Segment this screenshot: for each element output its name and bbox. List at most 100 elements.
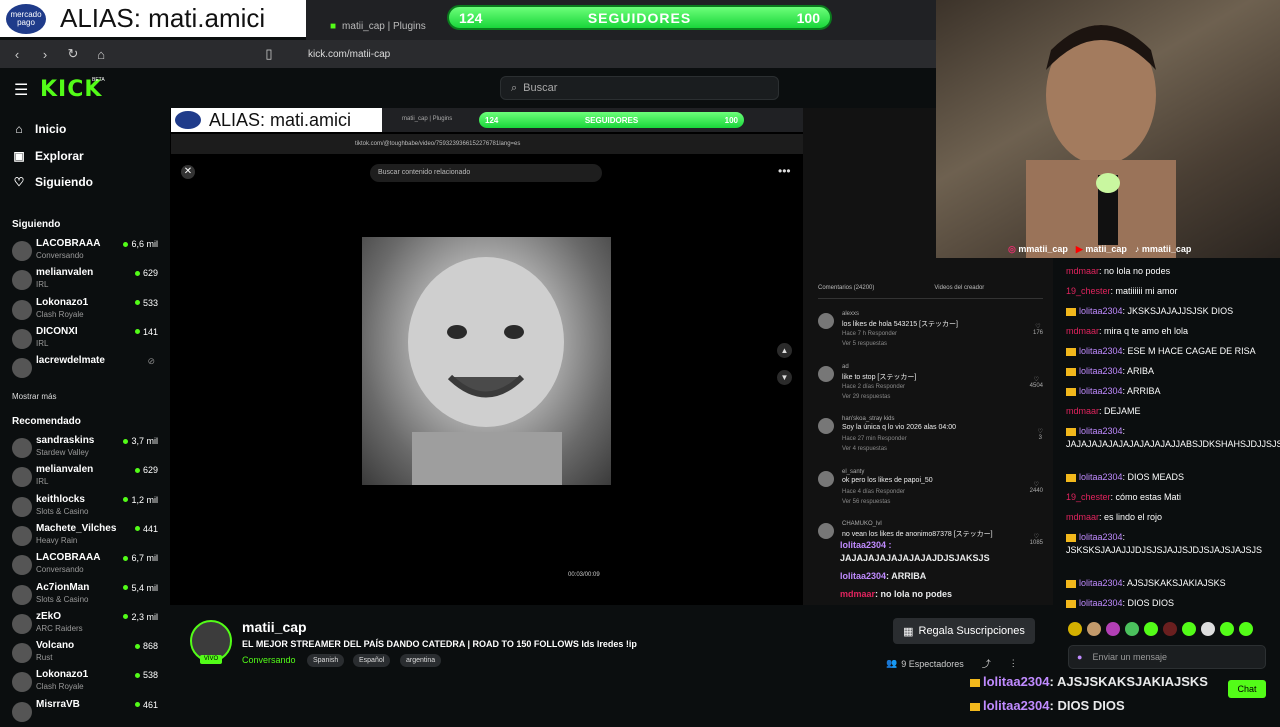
channel-avatar	[12, 241, 32, 261]
comment-user[interactable]: ad	[842, 364, 849, 370]
comment-likes[interactable]: ♡ 1085	[1030, 533, 1043, 546]
comment-replies[interactable]: Ver 56 respuestas	[842, 499, 890, 505]
emote-icon[interactable]	[1068, 622, 1082, 636]
chat-username[interactable]: lolitaa2304	[1079, 532, 1123, 542]
nav-explore[interactable]: ▣ Explorar	[12, 149, 83, 163]
comment-meta[interactable]: Hace 2 días Responder	[842, 384, 905, 390]
show-more-link[interactable]: Mostrar más	[12, 392, 56, 401]
comment-replies[interactable]: Ver 4 respuestas	[842, 446, 887, 452]
likes-count: 176	[1032, 330, 1043, 336]
more-icon[interactable]: ⋮	[1009, 658, 1018, 669]
reload-icon[interactable]: ↻	[64, 46, 82, 62]
followers-current: 124	[459, 9, 483, 26]
emote-icon[interactable]	[1201, 622, 1215, 636]
channel-category: Stardew Valley	[36, 448, 89, 457]
channel-item[interactable]: zEkO ARC Raiders 2,3 mil	[12, 611, 162, 639]
emote-icon[interactable]	[1239, 622, 1253, 636]
tab-comments[interactable]: Comentarios (24200)	[818, 285, 874, 298]
channel-item[interactable]: DICONXI IRL 141	[12, 326, 162, 354]
channel-item[interactable]: sandraskins Stardew Valley 3,7 mil	[12, 435, 162, 463]
channel-item[interactable]: Machete_Vilches Heavy Rain 441	[12, 523, 162, 551]
chat-username[interactable]: mdmaar	[1066, 326, 1099, 336]
social-handles: ◎ mmatii_cap ▶ matii_cap ♪ mmatii_cap	[1008, 244, 1191, 255]
chat-username[interactable]: mdmaar	[1066, 406, 1099, 416]
comment-user[interactable]: alexxs	[842, 311, 859, 317]
chat-username[interactable]: mdmaar	[1066, 266, 1099, 276]
home-icon[interactable]: ⌂	[92, 47, 110, 62]
comment-meta[interactable]: Hace 7 h Responder	[842, 331, 897, 337]
tab-creator-videos[interactable]: Videos del creador	[934, 285, 984, 298]
inner-followers-label: SEGUIDORES	[584, 115, 639, 125]
chat-username[interactable]: lolitaa2304	[1079, 306, 1123, 316]
tag-espanol[interactable]: Español	[353, 654, 391, 667]
bookmark-icon[interactable]: ▯	[260, 46, 278, 62]
chat-username[interactable]: 19_chester	[1066, 286, 1111, 296]
live-dot-icon	[134, 467, 140, 473]
channel-item[interactable]: melianvalen IRL 629	[12, 464, 162, 492]
comment-likes[interactable]: ♡ 176	[1033, 323, 1043, 336]
close-icon[interactable]: ✕	[181, 165, 195, 179]
chevron-up-icon[interactable]: ▲	[777, 343, 792, 358]
nav-home[interactable]: ⌂ Inicio	[12, 122, 66, 136]
tag-argentina[interactable]: argentina	[400, 654, 442, 667]
chat-username[interactable]: 19_chester	[1066, 492, 1111, 502]
channel-item[interactable]: LACOBRAAA Conversando 6,7 mil	[12, 552, 162, 580]
mic-icon[interactable]: ●	[1077, 652, 1082, 662]
chat-username[interactable]: lolitaa2304	[1079, 346, 1123, 356]
url-field[interactable]: kick.com/matii-cap	[308, 49, 390, 60]
gift-subs-button[interactable]: ▦ Regala Suscripciones	[893, 618, 1035, 644]
forward-icon[interactable]: ›	[36, 47, 54, 62]
search-input[interactable]: ⌕ Buscar	[500, 76, 779, 100]
comment-replies[interactable]: Ver 5 respuestas	[842, 341, 887, 347]
back-icon[interactable]: ‹	[8, 47, 26, 62]
chat-message: lolitaa2304: AJSJSKAKSJAKIAJSKS	[1066, 577, 1271, 590]
emote-icon[interactable]	[1144, 622, 1158, 636]
channel-item[interactable]: LACOBRAAA Conversando 6,6 mil	[12, 238, 162, 266]
emote-icon[interactable]	[1220, 622, 1234, 636]
comment-user[interactable]: CHAMUKO_lvl	[842, 521, 882, 527]
chat-username[interactable]: lolitaa2304	[1079, 598, 1123, 608]
comment-user[interactable]: han'skoa_stray kids	[842, 416, 895, 422]
channel-item[interactable]: MisrraVB 461	[12, 699, 162, 727]
emote-icon[interactable]	[1163, 622, 1177, 636]
chat-username[interactable]: lolitaa2304	[1079, 578, 1123, 588]
chat-username[interactable]: mdmaar	[1066, 512, 1099, 522]
comment-user[interactable]: el_santy	[842, 469, 864, 475]
compass-icon: ▣	[13, 149, 25, 163]
more-icon[interactable]: •••	[778, 164, 791, 178]
comment-meta[interactable]: Hace 27 min Responder	[842, 436, 907, 442]
streamer-name[interactable]: matii_cap	[242, 619, 307, 635]
emote-icon[interactable]	[1182, 622, 1196, 636]
channel-item[interactable]: Ac7ionMan Slots & Casino 5,4 mil	[12, 582, 162, 610]
menu-icon[interactable]: ☰	[14, 80, 28, 100]
comment-meta[interactable]: Hace 4 días Responder	[842, 489, 905, 495]
channel-item[interactable]: Lokonazo1 Clash Royale 533	[12, 297, 162, 325]
emote-icon[interactable]	[1125, 622, 1139, 636]
comment-likes[interactable]: ♡ 2440	[1030, 481, 1043, 494]
comment-likes[interactable]: ♡ 4504	[1030, 376, 1043, 389]
channel-item[interactable]: lacrewdelmate ⊘	[12, 355, 162, 383]
address-bar: ‹ › ↻ ⌂ ▯ kick.com/matii-cap	[0, 40, 936, 68]
tag-spanish[interactable]: Spanish	[307, 654, 345, 667]
emote-icon[interactable]	[1106, 622, 1120, 636]
channel-item[interactable]: Volcano Rust 868	[12, 640, 162, 668]
chat-input[interactable]: ● Enviar un mensaje	[1068, 645, 1266, 669]
tiktok-search[interactable]: Buscar contenido relacionado	[370, 164, 602, 182]
chat-message: 19_chester: cómo estas Mati	[1066, 491, 1271, 504]
channel-name: sandraskins	[36, 435, 95, 446]
chat-username[interactable]: lolitaa2304	[1079, 386, 1123, 396]
stream-category[interactable]: Conversando	[242, 655, 296, 665]
comment-replies[interactable]: Ver 29 respuestas	[842, 394, 890, 400]
channel-item[interactable]: melianvalen IRL 629	[12, 267, 162, 295]
channel-item[interactable]: Lokonazo1 Clash Royale 538	[12, 669, 162, 697]
share-icon[interactable]: ⤴	[982, 657, 991, 670]
chat-username[interactable]: lolitaa2304	[1079, 472, 1123, 482]
chevron-down-icon[interactable]: ▼	[777, 370, 792, 385]
channel-item[interactable]: keithlocks Slots & Casino 1,2 mil	[12, 494, 162, 522]
chat-send-button[interactable]: Chat	[1228, 680, 1266, 698]
emote-icon[interactable]	[1087, 622, 1101, 636]
chat-username[interactable]: lolitaa2304	[1079, 366, 1123, 376]
comment-likes[interactable]: ♡ 3	[1038, 428, 1043, 441]
nav-following[interactable]: ♡ Siguiendo	[12, 175, 93, 189]
chat-username[interactable]: lolitaa2304	[1079, 426, 1123, 436]
